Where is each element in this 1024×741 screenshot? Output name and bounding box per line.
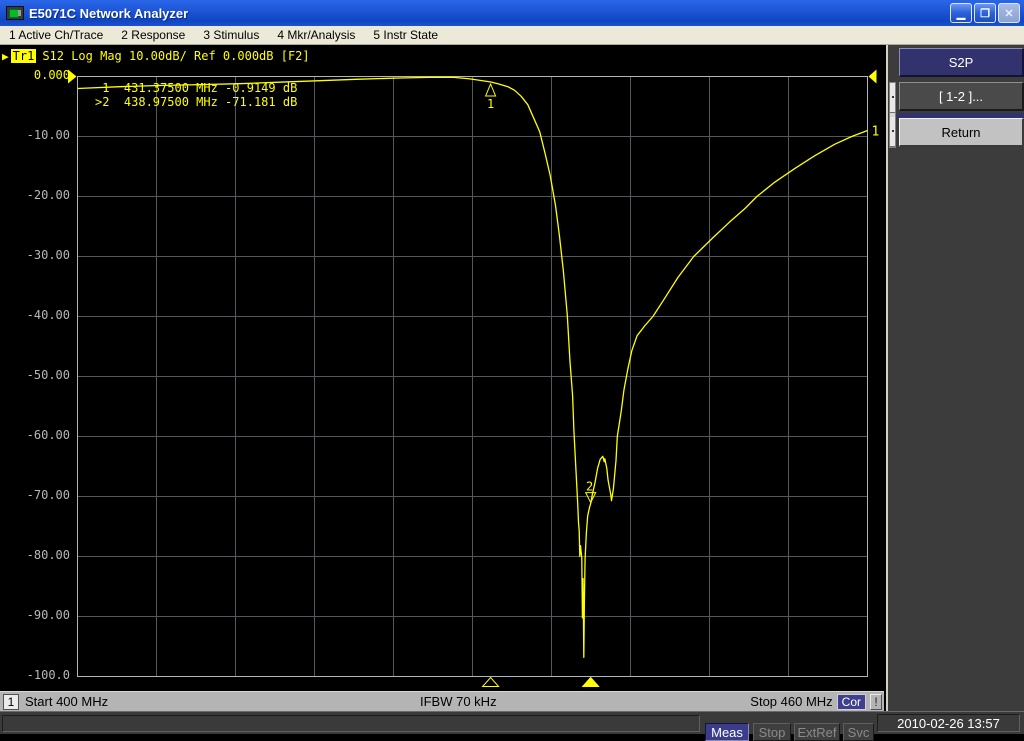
start-frequency-label: Start 400 MHz (25, 694, 109, 709)
trace-status-line: ▶ Tr1 S12 Log Mag 10.00dB/ Ref 0.000dB [… (2, 49, 310, 63)
ifbw-label: IFBW 70 kHz (420, 694, 497, 709)
y-axis-tick-label: -80.00 (26, 548, 70, 562)
softkey-1-2[interactable]: [ 1-2 ]... (899, 82, 1024, 111)
menu-item-5[interactable]: 5 Instr State (364, 27, 447, 43)
y-axis-tick-label: -20.00 (26, 188, 70, 202)
menu-bar: 1 Active Ch/Trace 2 Response 3 Stimulus 4 M… (0, 26, 1024, 45)
menu-item-2[interactable]: 2 Response (112, 27, 194, 43)
scroll-knob[interactable] (890, 117, 895, 147)
menu-item-3[interactable]: 3 Stimulus (194, 27, 268, 43)
window-title: E5071C Network Analyzer (29, 5, 189, 21)
y-axis-tick-label: -90.00 (26, 608, 70, 622)
marker-2-stimulus-icon[interactable] (581, 676, 600, 687)
y-axis-tick-label: -10.00 (26, 128, 70, 142)
y-axis-tick-label: -30.00 (26, 248, 70, 262)
correction-badge: Cor (836, 693, 866, 710)
instrument-status-bar: Meas Stop ExtRef Svc 2010-02-26 13:57 (0, 711, 1024, 741)
scroll-knob[interactable] (890, 83, 895, 113)
marker-readout-row: 1 431.37500 MHz -0.9149 dB (95, 81, 298, 95)
marker-1-number: 1 (487, 97, 494, 111)
marker-1-icon[interactable] (484, 82, 497, 97)
softkey-scroll-strip[interactable] (889, 82, 896, 148)
datetime-label: 2010-02-26 13:57 (877, 714, 1020, 732)
y-axis-tick-label: -40.00 (26, 308, 70, 322)
trace-settings-label: S12 Log Mag 10.00dB/ Ref 0.000dB [F2] (42, 49, 310, 63)
status-segment-svc: Svc (843, 723, 874, 741)
measurement-graph: 1 1 2 (68, 69, 880, 687)
alert-badge[interactable]: ! (870, 693, 882, 710)
softkey-s2p[interactable]: S2P (899, 48, 1024, 77)
marker-1-stimulus-icon[interactable] (481, 676, 500, 687)
status-segment-meas: Meas (705, 723, 749, 741)
softkey-return[interactable]: Return (899, 118, 1024, 147)
softkey-sidebar: S2P [ 1-2 ]... Return (886, 45, 1024, 711)
plot-region: ▶ Tr1 S12 Log Mag 10.00dB/ Ref 0.000dB [… (0, 45, 1024, 711)
marker-readout-row: >2 438.97500 MHz -71.181 dB (95, 95, 298, 109)
y-axis-tick-label: -70.00 (26, 488, 70, 502)
close-button[interactable]: ✕ (998, 3, 1020, 23)
app-icon (6, 6, 24, 20)
status-segment-stop: Stop (753, 723, 791, 741)
channel-number-badge: 1 (3, 693, 19, 710)
y-axis-tick-label: 0.000 (33, 68, 70, 82)
trace-number-label: 1 (872, 125, 880, 140)
statusbar-spacer (2, 715, 700, 732)
status-segment-extref: ExtRef (794, 723, 840, 741)
stop-frequency-label: Stop 460 MHz (750, 694, 833, 709)
menu-item-4[interactable]: 4 Mkr/Analysis (268, 27, 364, 43)
channel-status-bar: 1 Start 400 MHz IFBW 70 kHz Stop 460 MHz… (0, 691, 884, 711)
y-axis-tick-label: -100.0 (26, 668, 70, 682)
minimize-button[interactable]: ▁ (950, 3, 972, 23)
reference-level-marker-right-icon[interactable] (868, 69, 877, 84)
marker-2-number: 2 (586, 480, 593, 494)
window-controls: ▁ ❐ ✕ (950, 3, 1020, 23)
restore-button[interactable]: ❐ (974, 3, 996, 23)
y-axis-tick-label: -50.00 (26, 368, 70, 382)
menu-item-1[interactable]: 1 Active Ch/Trace (0, 27, 112, 43)
title-bar: E5071C Network Analyzer ▁ ❐ ✕ (0, 0, 1024, 26)
trace-name-label[interactable]: Tr1 (10, 49, 37, 63)
active-trace-arrow-icon: ▶ (2, 49, 9, 63)
marker-readout: 1 431.37500 MHz -0.9149 dB >2 438.97500 M… (95, 81, 297, 109)
y-axis-tick-label: -60.00 (26, 428, 70, 442)
